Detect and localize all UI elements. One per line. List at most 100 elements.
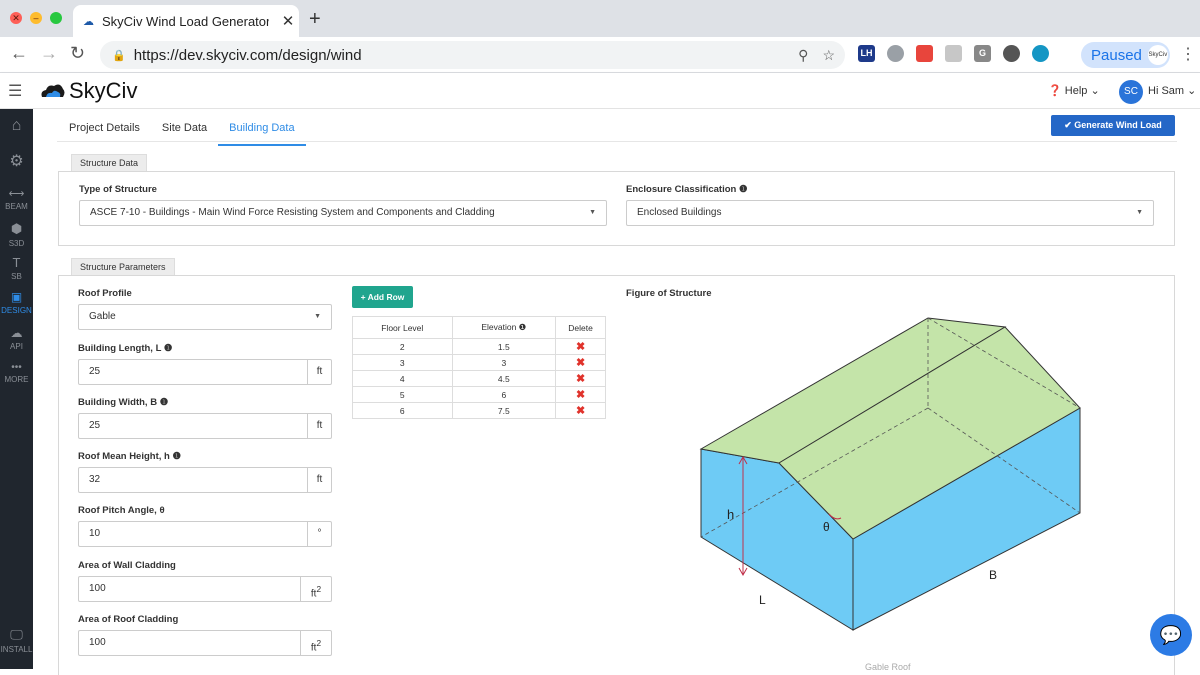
floor-level-cell[interactable]: 3 [352, 354, 453, 371]
structure-data-tag: Structure Data [71, 154, 148, 172]
sidebar-item-install[interactable]: 🖵 INSTALL [0, 627, 33, 654]
browser-menu-icon[interactable]: ⋮ [1180, 44, 1196, 64]
elevation-cell[interactable]: 1.5 [451, 338, 557, 355]
elevation-cell[interactable]: 4.5 [451, 370, 557, 387]
skyciv-cloud-icon [41, 84, 65, 97]
back-arrow-icon[interactable]: ← [10, 43, 28, 64]
delete-row-icon[interactable]: ✖ [555, 386, 606, 403]
sidebar-label: API [10, 342, 23, 351]
eye-extension-icon[interactable] [1032, 45, 1049, 62]
floor-level-cell[interactable]: 5 [352, 386, 453, 403]
caret-down-icon: ▼ [589, 209, 596, 216]
cube-icon: ⬢ [10, 221, 23, 236]
chat-support-button[interactable]: 💬 [1150, 614, 1192, 656]
section-builder-icon: T [12, 255, 21, 270]
tab-title: SkyCiv Wind Load Generator | [102, 13, 269, 29]
more-dots-icon: ••• [11, 362, 22, 373]
roof-pitch-input[interactable]: 10 ° [78, 521, 332, 547]
bookmark-star-icon[interactable]: ☆ [822, 47, 835, 64]
hamburger-menu-icon[interactable]: ☰ [8, 81, 22, 101]
info-icon[interactable]: ❶ [516, 322, 527, 332]
skyciv-logo[interactable]: SkyCiv [40, 78, 137, 104]
delete-row-icon[interactable]: ✖ [555, 370, 606, 387]
add-row-button[interactable]: + Add Row [352, 286, 413, 308]
new-tab-icon[interactable]: + [309, 8, 321, 31]
url-bar[interactable]: 🔒 https://dev.skyciv.com/design/wind ⚲ ☆ [100, 41, 845, 69]
browser-tab[interactable]: ☁ SkyCiv Wind Load Generator | ✕ [73, 5, 299, 37]
fox-extension-icon[interactable] [916, 45, 933, 62]
roof-profile-select[interactable]: Gable ▼ [78, 304, 332, 330]
figure-title: Figure of Structure [626, 288, 712, 299]
sidebar-item-sb[interactable]: T SB [0, 255, 33, 281]
structure-data-panel: Type of Structure ASCE 7-10 - Buildings … [58, 171, 1175, 246]
lighthouse-extension-icon[interactable]: LH [858, 45, 875, 62]
elevation-cell[interactable]: 3 [451, 354, 557, 371]
label-theta: θ [823, 520, 830, 534]
building-width-label-text: Building Width, B [78, 397, 158, 408]
enclosure-select[interactable]: Enclosed Buildings ▼ [626, 200, 1154, 226]
sidebar-item-api[interactable]: ☁ API [0, 326, 33, 351]
user-greeting: Hi Sam [1148, 85, 1185, 97]
reload-icon[interactable]: ↻ [70, 43, 85, 64]
info-icon[interactable]: ❶ [170, 451, 181, 462]
plus-icon: + [360, 292, 368, 302]
unit-label: ft [307, 414, 331, 438]
forward-arrow-icon[interactable]: → [40, 43, 58, 64]
brand-name: SkyCiv [69, 78, 138, 103]
sidebar-item-s3d[interactable]: ⬢ S3D [0, 221, 33, 248]
sidebar-item-design[interactable]: ▣ DESIGN [0, 290, 33, 315]
user-avatar[interactable]: SC [1119, 80, 1143, 104]
wall-cladding-input[interactable]: 100 ft2 [78, 576, 332, 602]
floor-level-cell[interactable]: 6 [352, 402, 453, 419]
minimize-window-icon[interactable]: – [30, 12, 42, 24]
floor-level-cell[interactable]: 2 [352, 338, 453, 355]
zoom-icon[interactable]: ⚲ [798, 47, 808, 64]
table-header-row: Floor Level Elevation ❶ Delete [352, 316, 606, 339]
type-of-structure-select[interactable]: ASCE 7-10 - Buildings - Main Wind Force … [79, 200, 607, 226]
building-width-value: 25 [89, 420, 101, 431]
info-icon[interactable]: ❶ [739, 184, 748, 195]
roof-profile-label: Roof Profile [78, 288, 132, 299]
drive-extension-icon[interactable] [887, 45, 904, 62]
unit-exponent: 2 [316, 638, 322, 648]
info-icon[interactable]: ❶ [157, 397, 169, 408]
tab-close-icon[interactable]: ✕ [277, 12, 299, 30]
floor-levels-table: Floor Level Elevation ❶ Delete 2 1.5 ✖ 3… [352, 316, 606, 419]
elevation-cell[interactable]: 6 [451, 386, 557, 403]
circle-extension-icon[interactable] [1003, 45, 1020, 62]
building-width-input[interactable]: 25 ft [78, 413, 332, 439]
calendar-extension-icon[interactable] [945, 45, 962, 62]
elevation-header-text: Elevation [481, 322, 517, 332]
sidebar-label: SB [11, 272, 22, 281]
structure-params-tag: Structure Parameters [71, 258, 175, 276]
generate-wind-load-button[interactable]: ✔ Generate Wind Load [1051, 115, 1175, 136]
sidebar-label: INSTALL [0, 645, 33, 654]
design-doc-icon: ▣ [10, 290, 23, 304]
extension-icons: LH G [858, 45, 1049, 62]
sidebar-item-beam[interactable]: ⟷ BEAM [0, 187, 33, 211]
sidebar-item-more[interactable]: ••• MORE [0, 362, 33, 384]
profile-paused-button[interactable]: Paused SkyCiv [1081, 42, 1170, 68]
help-circle-icon: ❓ [1048, 85, 1062, 97]
sidebar-item-home[interactable]: ⌂ [0, 117, 33, 137]
unit-label: ft [307, 468, 331, 492]
building-length-input[interactable]: 25 ft [78, 359, 332, 385]
generate-label: Generate Wind Load [1074, 120, 1162, 130]
add-row-label: Add Row [367, 292, 405, 302]
grammarly-extension-icon[interactable]: G [974, 45, 991, 62]
profile-avatar: SkyCiv [1147, 45, 1168, 65]
delete-row-icon[interactable]: ✖ [555, 338, 606, 355]
user-menu[interactable]: Hi Sam ⌄ [1148, 84, 1196, 97]
info-icon[interactable]: ❶ [161, 343, 173, 354]
close-window-icon[interactable]: ✕ [10, 12, 22, 24]
roof-cladding-label: Area of Roof Cladding [78, 614, 179, 625]
floor-level-cell[interactable]: 4 [352, 370, 453, 387]
roof-cladding-input[interactable]: 100 ft2 [78, 630, 332, 656]
maximize-window-icon[interactable] [50, 12, 62, 24]
delete-row-icon[interactable]: ✖ [555, 402, 606, 419]
elevation-cell[interactable]: 7.5 [451, 402, 557, 419]
help-menu[interactable]: ❓ Help ⌄ [1048, 84, 1100, 97]
delete-row-icon[interactable]: ✖ [555, 354, 606, 371]
sidebar-item-settings[interactable]: ⚙ [0, 151, 33, 173]
roof-mean-height-input[interactable]: 32 ft [78, 467, 332, 493]
